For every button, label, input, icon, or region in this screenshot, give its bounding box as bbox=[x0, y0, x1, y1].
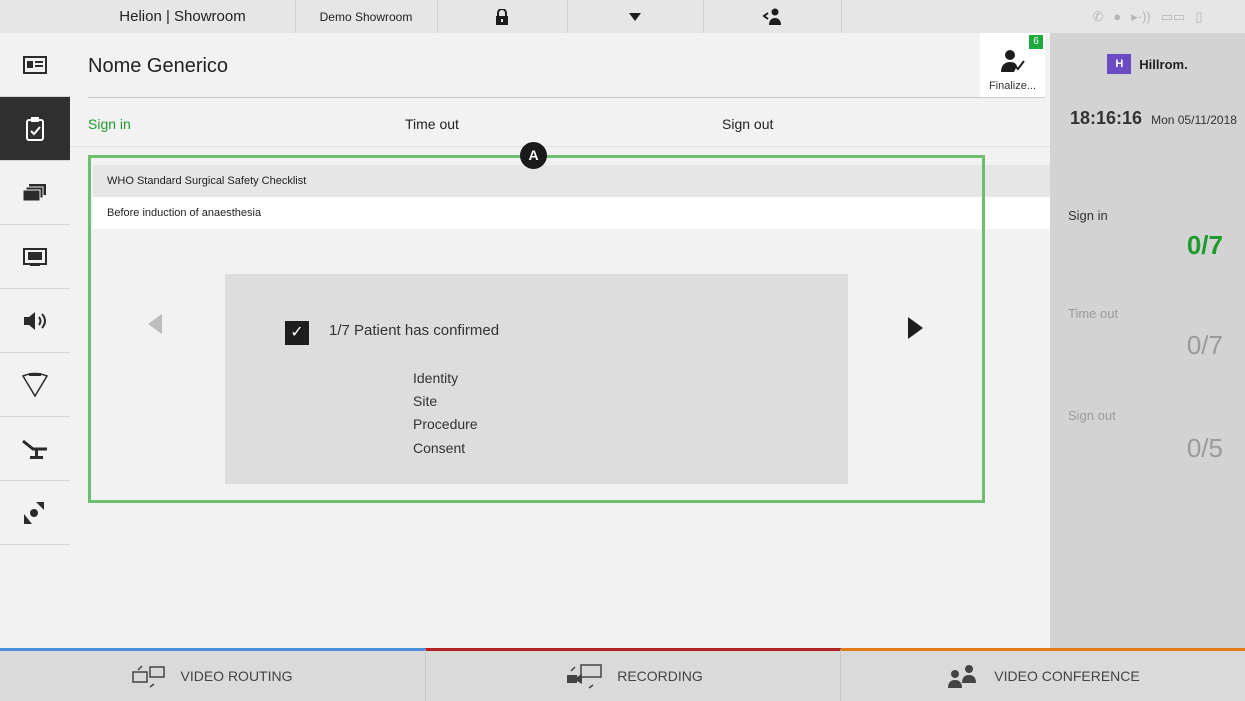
annotation-highlight-frame bbox=[88, 155, 985, 503]
sidebar-item-display[interactable] bbox=[0, 225, 70, 289]
video-routing-label: VIDEO ROUTING bbox=[180, 668, 293, 684]
logo-mark: H bbox=[1107, 54, 1132, 74]
checklist-icon bbox=[26, 116, 44, 141]
speaker-icon bbox=[24, 311, 46, 330]
user-transfer-icon bbox=[762, 8, 781, 25]
sidebar bbox=[0, 33, 70, 648]
video-conference-button[interactable]: VIDEO CONFERENCE bbox=[841, 648, 1245, 701]
recording-icon bbox=[567, 664, 602, 689]
user-transfer-button[interactable] bbox=[703, 0, 842, 33]
sidebar-item-cameras[interactable] bbox=[0, 481, 70, 545]
sidebar-item-audio[interactable] bbox=[0, 289, 70, 353]
patient-card-icon bbox=[23, 55, 47, 74]
clock-date: Mon 05/11/2018 bbox=[1151, 113, 1237, 127]
caret-down-icon bbox=[629, 12, 641, 21]
sign-in-progress-label: Sign in bbox=[1068, 208, 1108, 223]
battery-icon: ▯ bbox=[1195, 8, 1203, 24]
finalize-count-badge: 6 bbox=[1029, 35, 1043, 49]
tab-sign-out[interactable]: Sign out bbox=[722, 116, 773, 132]
sidebar-item-windows[interactable] bbox=[0, 161, 70, 225]
phone-icon: ✆ bbox=[1092, 8, 1104, 24]
surgical-light-icon bbox=[21, 372, 49, 397]
logo-text: Hillrom. bbox=[1139, 56, 1188, 72]
dropdown-button[interactable] bbox=[567, 0, 704, 33]
top-bar: Helion | Showroom Demo Showroom ✆ ● ▸·))… bbox=[0, 0, 1245, 33]
lock-button[interactable] bbox=[437, 0, 568, 33]
status-panel: H Hillrom. 18:16:16 Mon 05/11/2018 Sign … bbox=[1050, 33, 1245, 648]
showroom-selector[interactable]: Demo Showroom bbox=[295, 0, 438, 33]
operating-table-icon bbox=[22, 439, 47, 459]
record-dot-icon: ● bbox=[1113, 9, 1122, 24]
callout-marker: A bbox=[520, 142, 547, 169]
tab-sign-in[interactable]: Sign in bbox=[88, 116, 131, 132]
page-title: Nome Generico bbox=[88, 55, 229, 77]
sidebar-item-checklist[interactable] bbox=[0, 97, 70, 161]
tab-time-out[interactable]: Time out bbox=[405, 116, 459, 132]
sign-out-progress-label: Sign out bbox=[1068, 408, 1116, 423]
video-routing-icon bbox=[132, 665, 166, 688]
video-routing-button[interactable]: VIDEO ROUTING bbox=[0, 648, 425, 701]
sign-in-progress-value: 0/7 bbox=[1186, 230, 1223, 260]
finalize-button[interactable]: 6 Finalize... bbox=[980, 33, 1045, 97]
glasses-icon: ▭▭ bbox=[1160, 8, 1186, 24]
video-conference-icon bbox=[948, 665, 977, 688]
time-out-progress-label: Time out bbox=[1068, 306, 1119, 321]
time-out-progress-value: 0/7 bbox=[1186, 330, 1223, 360]
stack-icon bbox=[23, 183, 46, 201]
finalize-label: Finalize... bbox=[988, 80, 1037, 92]
camera-rotate-icon bbox=[24, 501, 44, 524]
tabs-divider bbox=[70, 146, 1050, 147]
status-indicators: ✆ ● ▸·)) ▭▭ ▯ bbox=[1050, 0, 1245, 33]
header-divider bbox=[88, 97, 1045, 98]
bottom-bar: VIDEO ROUTING RECORDING VIDEO CONFERENCE bbox=[0, 648, 1245, 701]
user-check-icon bbox=[1001, 50, 1025, 72]
recording-button[interactable]: RECORDING bbox=[425, 648, 841, 701]
sidebar-item-lights[interactable] bbox=[0, 353, 70, 417]
sidebar-item-table[interactable] bbox=[0, 417, 70, 481]
signal-icon: ▸·)) bbox=[1131, 8, 1151, 24]
clock-time: 18:16:16 bbox=[1070, 108, 1143, 128]
hillrom-logo: H Hillrom. bbox=[1050, 33, 1245, 95]
lock-icon bbox=[496, 8, 508, 25]
clock: 18:16:16 Mon 05/11/2018 bbox=[1070, 108, 1237, 129]
video-conference-label: VIDEO CONFERENCE bbox=[994, 668, 1140, 684]
recording-label: RECORDING bbox=[617, 668, 703, 684]
brand-label: Helion | Showroom bbox=[70, 0, 296, 33]
sign-out-progress-value: 0/5 bbox=[1186, 433, 1223, 463]
display-icon bbox=[23, 247, 47, 266]
sidebar-item-patient[interactable] bbox=[0, 33, 70, 97]
